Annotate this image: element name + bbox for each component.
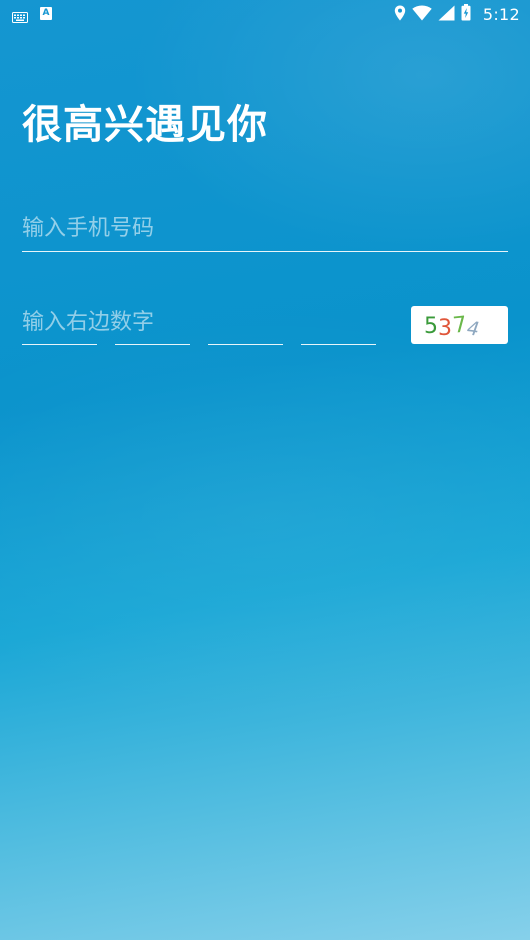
a-icon: A bbox=[40, 7, 52, 20]
captcha-digit-input-2[interactable] bbox=[115, 308, 190, 345]
captcha-digit-input-4[interactable] bbox=[301, 308, 376, 345]
captcha-digit: 3 bbox=[438, 316, 452, 341]
captcha-digit: 4 bbox=[465, 317, 481, 341]
captcha-image[interactable]: 5 3 7 4 bbox=[411, 306, 508, 344]
status-bar: A 5:12 bbox=[0, 0, 530, 28]
keyboard-icon bbox=[12, 8, 28, 23]
status-bar-notifications: A bbox=[12, 7, 52, 23]
phone-number-input[interactable] bbox=[22, 205, 508, 252]
page-title: 很高兴遇见你 bbox=[22, 102, 268, 148]
captcha-digit: 5 bbox=[424, 314, 438, 339]
battery-icon bbox=[461, 4, 471, 25]
location-icon bbox=[394, 5, 406, 25]
signal-icon bbox=[438, 5, 455, 25]
status-time: 5:12 bbox=[482, 5, 520, 24]
status-bar-system: 5:12 bbox=[394, 4, 520, 25]
captcha-digit-input-3[interactable] bbox=[208, 308, 283, 345]
captcha-digit-input-1[interactable] bbox=[22, 308, 97, 345]
wifi-icon bbox=[412, 5, 432, 25]
